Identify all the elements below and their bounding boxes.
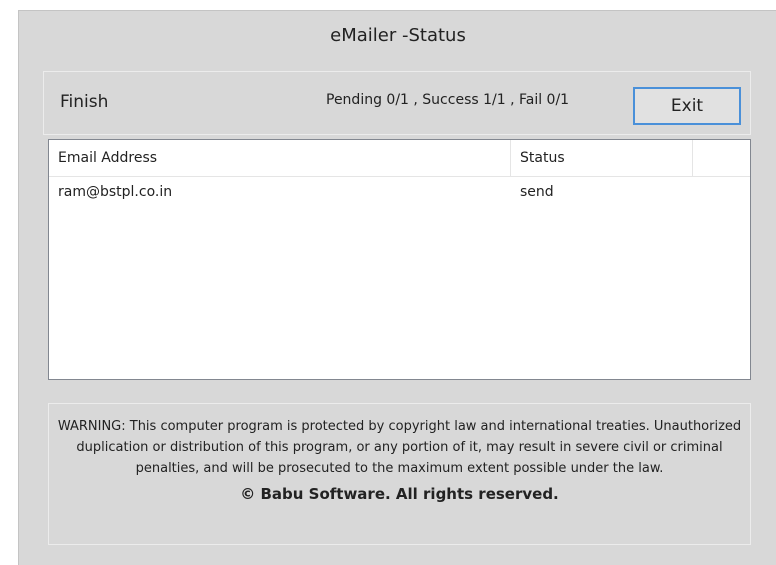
column-header-blank (693, 140, 750, 176)
column-header-email[interactable]: Email Address (49, 140, 511, 176)
status-panel: Finish Pending 0/1 , Success 1/1 , Fail … (43, 71, 751, 135)
list-row[interactable]: ram@bstpl.co.in send (49, 177, 750, 207)
status-window: eMailer -Status Finish Pending 0/1 , Suc… (18, 10, 776, 565)
status-cell: send (520, 184, 554, 200)
column-header-status[interactable]: Status (511, 140, 693, 176)
copyright-panel: WARNING: This computer program is protec… (48, 403, 751, 545)
copyright-notice: © Babu Software. All rights reserved. (240, 485, 559, 503)
send-counts: Pending 0/1 , Success 1/1 , Fail 0/1 (326, 92, 570, 108)
copyright-warning: WARNING: This computer program is protec… (57, 419, 742, 476)
list-header: Email Address Status (49, 140, 750, 177)
email-cell: ram@bstpl.co.in (58, 184, 173, 200)
exit-button[interactable]: Exit (633, 87, 741, 125)
email-list-view[interactable]: Email Address Status ram@bstpl.co.in sen… (48, 139, 751, 380)
finish-label: Finish (60, 92, 109, 112)
window-title: eMailer -Status (330, 24, 466, 46)
